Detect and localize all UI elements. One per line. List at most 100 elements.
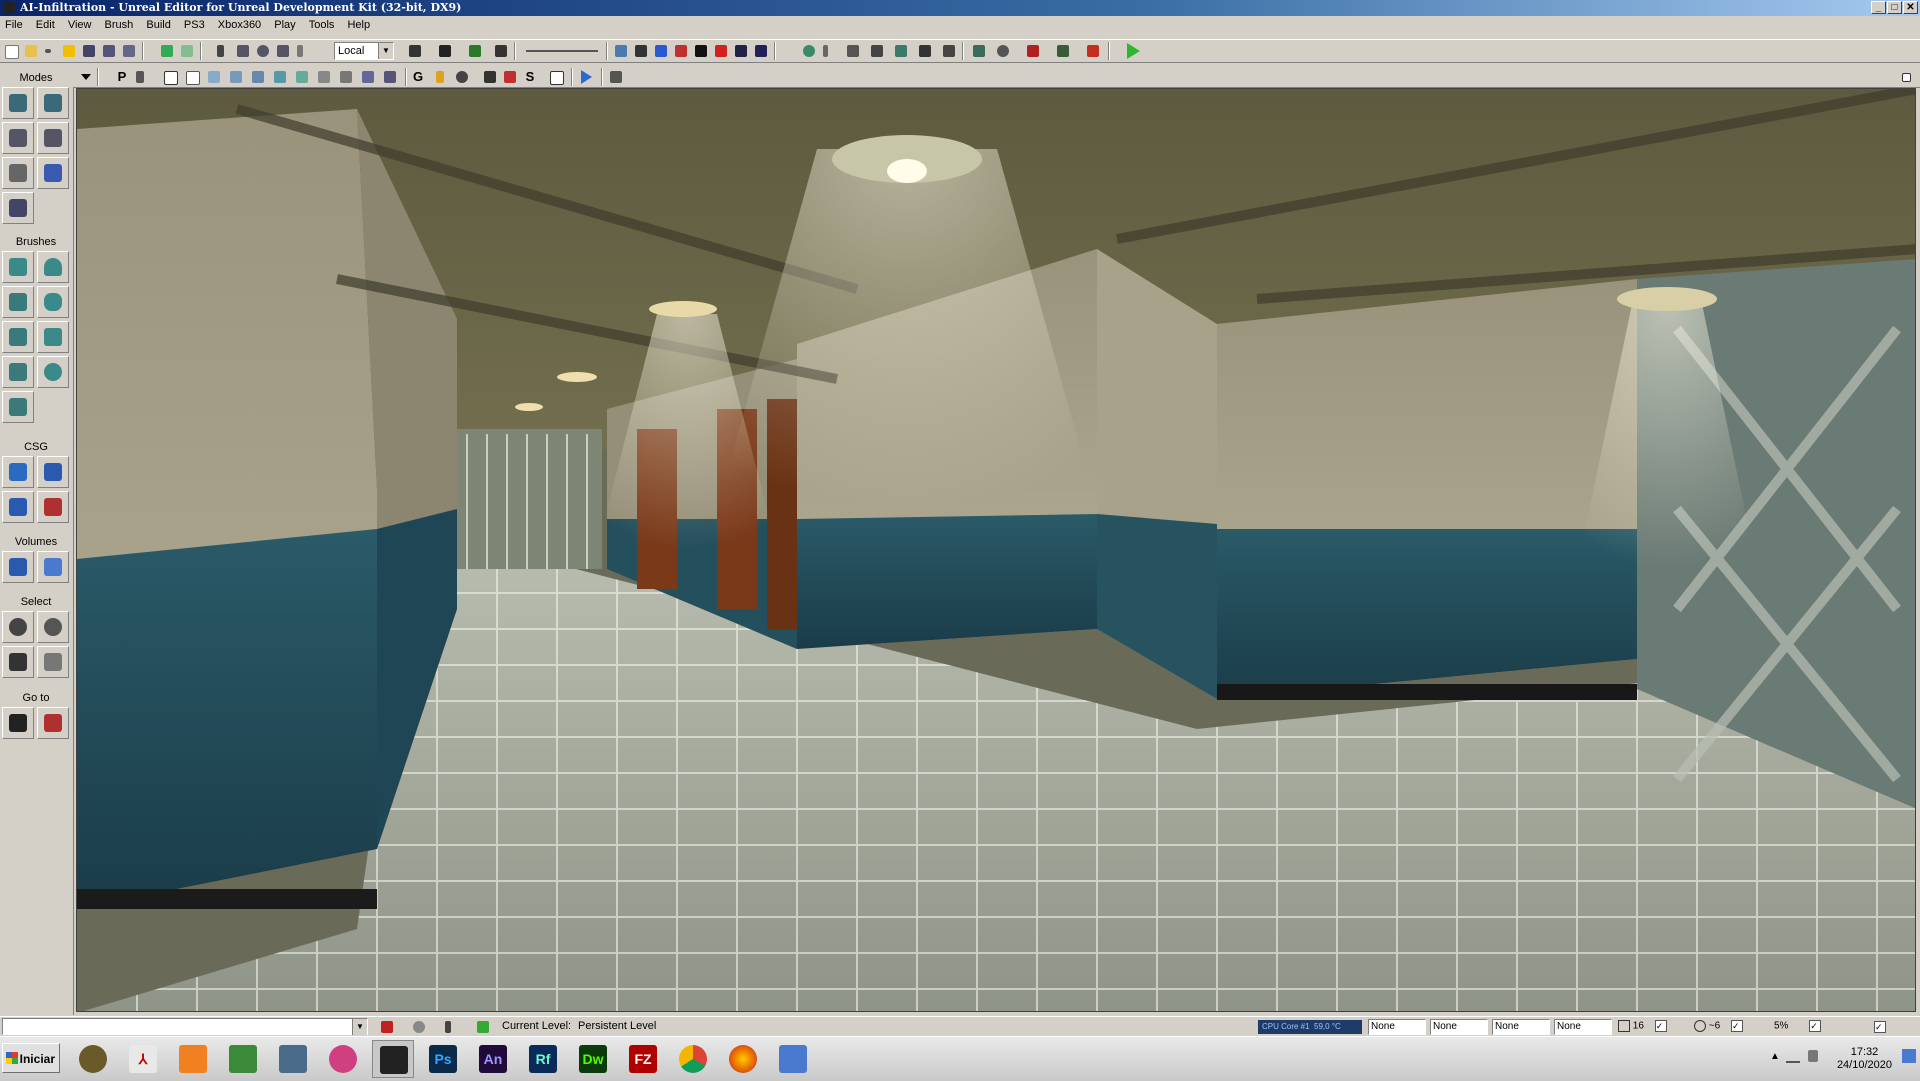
binoculars-icon[interactable] [406, 42, 424, 60]
volumetric-brush-icon[interactable] [2, 391, 34, 423]
csg-subtract-icon[interactable] [37, 456, 69, 488]
play-in-viewport-button[interactable] [577, 68, 595, 86]
grid-snap-checkbox[interactable]: ✓ [1654, 1020, 1667, 1032]
sphere-brush-icon[interactable] [37, 356, 69, 388]
csg-intersect-icon[interactable] [2, 491, 34, 523]
taskbar-app-media-player[interactable] [172, 1040, 214, 1078]
menu-tools[interactable]: Tools [304, 16, 340, 35]
camera-speed-slider[interactable] [526, 50, 598, 52]
lock-icon[interactable] [433, 68, 451, 86]
taskbar-app-task-manager[interactable] [222, 1040, 264, 1078]
build-visible-icon[interactable] [820, 42, 838, 60]
save-all-icon[interactable] [100, 42, 118, 60]
cone-brush-icon[interactable] [37, 251, 69, 283]
redo-icon[interactable] [178, 42, 196, 60]
menu-build[interactable]: Build [141, 16, 175, 35]
build-paths-icon[interactable] [752, 42, 770, 60]
realtime-icon[interactable] [501, 68, 519, 86]
rotation-snap-checkbox[interactable]: ✓ [1730, 1020, 1743, 1032]
taskbar-app-paint[interactable] [322, 1040, 364, 1078]
taskbar-app-rf[interactable]: Rf [522, 1040, 564, 1078]
lit-icon[interactable] [227, 68, 245, 86]
menu-file[interactable]: File [0, 16, 28, 35]
scale-snap-control[interactable]: 5% ✓ [1774, 1020, 1844, 1034]
menu-brush[interactable]: Brush [100, 16, 139, 35]
build-cover-icon[interactable] [868, 42, 886, 60]
goto-actor-icon[interactable] [2, 707, 34, 739]
volume-icon[interactable] [1808, 1050, 1818, 1062]
menu-xbox360[interactable]: Xbox360 [213, 16, 266, 35]
level-grid-icon[interactable] [442, 1018, 460, 1036]
taskbar-app-remote-desktop[interactable] [772, 1040, 814, 1078]
show-flags-icon[interactable] [481, 68, 499, 86]
monitor-icon[interactable] [1054, 42, 1072, 60]
show-desktop-icon[interactable] [1902, 1049, 1916, 1063]
unlit-icon[interactable] [205, 68, 223, 86]
taskbar-app-chrome[interactable] [672, 1040, 714, 1078]
goto-builder-brush-icon[interactable] [37, 707, 69, 739]
spiral-stair-icon[interactable] [2, 356, 34, 388]
cube-brush-icon[interactable] [2, 251, 34, 283]
game-view-toggle[interactable]: G [409, 68, 427, 86]
landscape-icon[interactable] [37, 157, 69, 189]
red-x-icon[interactable] [378, 1018, 396, 1036]
actor-classes-icon[interactable] [672, 42, 690, 60]
scale-snap-checkbox[interactable]: ✓ [1809, 1020, 1822, 1032]
favorites-icon[interactable] [60, 42, 78, 60]
shader-complexity-icon[interactable] [337, 68, 355, 86]
generic-browser-icon[interactable] [632, 42, 650, 60]
lighting-quality-icon[interactable] [916, 42, 934, 60]
taskbar-app-device-manager[interactable] [272, 1040, 314, 1078]
translate-icon[interactable] [234, 42, 252, 60]
lighting-only-icon[interactable] [271, 68, 289, 86]
menu-view[interactable]: View [63, 16, 97, 35]
add-volume-icon[interactable] [2, 551, 34, 583]
build-lighting-icon[interactable] [732, 42, 750, 60]
csg-add-icon[interactable] [2, 456, 34, 488]
select-none-icon[interactable] [37, 646, 69, 678]
maximize-button[interactable]: □ [1887, 1, 1902, 14]
taskbar-app-media-center[interactable] [72, 1040, 114, 1078]
command-input[interactable]: ▼ [2, 1018, 368, 1035]
taskbar-app-firefox[interactable] [722, 1040, 764, 1078]
texture-density-icon[interactable] [315, 68, 333, 86]
taskbar-app-unreal-editor[interactable] [372, 1040, 414, 1078]
scale-icon[interactable] [274, 42, 292, 60]
brush-wireframe-icon[interactable] [161, 68, 179, 86]
reflections-icon[interactable] [381, 68, 399, 86]
terminal-icon[interactable] [436, 42, 454, 60]
foliage-icon[interactable] [2, 192, 34, 224]
console-icon[interactable] [994, 42, 1012, 60]
play-in-editor-icon[interactable] [1124, 42, 1142, 60]
level-browser-icon[interactable] [652, 42, 670, 60]
build-all-icon[interactable] [892, 42, 910, 60]
close-button[interactable]: ✕ [1903, 1, 1918, 14]
lightmap-density-icon[interactable] [359, 68, 377, 86]
network-icon[interactable] [1786, 1051, 1800, 1063]
lightbulb-icon[interactable] [410, 1018, 428, 1036]
restore-viewport-icon[interactable] [1897, 68, 1915, 86]
matinee-icon[interactable] [492, 42, 510, 60]
start-button[interactable]: Iniciar [2, 1043, 60, 1073]
detail-lighting-icon[interactable] [249, 68, 267, 86]
level-visible-icon[interactable] [474, 1018, 492, 1036]
maximize-viewport-icon[interactable] [547, 68, 565, 86]
coordinate-system-select[interactable]: Local ▼ [334, 42, 394, 60]
menu-edit[interactable]: Edit [31, 16, 60, 35]
curved-stair-icon[interactable] [2, 286, 34, 318]
rotation-snap-control[interactable]: ~6 ✓ [1694, 1020, 1764, 1034]
save-icon[interactable] [80, 42, 98, 60]
taskbar-app-pdf-reader[interactable]: ⅄ [122, 1040, 164, 1078]
lock-viewport-icon[interactable] [133, 68, 151, 86]
hide-selected-icon[interactable] [37, 611, 69, 643]
add-special-volume-icon[interactable] [37, 551, 69, 583]
menu-play[interactable]: Play [269, 16, 300, 35]
cinematic-preview-icon[interactable] [607, 68, 625, 86]
cylinder-brush-icon[interactable] [37, 286, 69, 318]
show-selected-icon[interactable] [2, 611, 34, 643]
perspective-toggle[interactable]: P [113, 68, 131, 86]
build-geometry-icon[interactable] [800, 42, 818, 60]
wireframe-icon[interactable] [183, 68, 201, 86]
perspective-viewport[interactable] [76, 88, 1916, 1012]
streaming-volume-toggle[interactable]: S [521, 68, 539, 86]
